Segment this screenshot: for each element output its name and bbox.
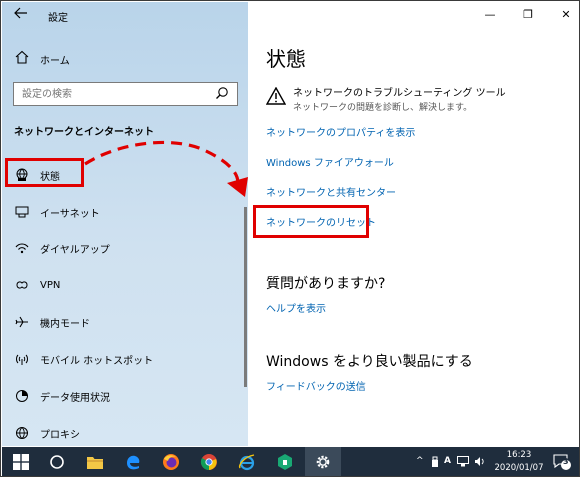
file-explorer-icon[interactable] xyxy=(85,452,105,472)
clock-time: 16:23 xyxy=(506,450,532,460)
title-bar: 設定 xyxy=(2,2,248,30)
minimize-button[interactable]: — xyxy=(483,8,497,22)
annotation-box-status xyxy=(5,158,84,187)
content-pane: — ❐ ✕ 状態 ネットワークのトラブルシューティング ツール ネットワークの問… xyxy=(248,2,579,446)
security-app-icon[interactable] xyxy=(275,452,295,472)
nav-item-label: イーサネット xyxy=(40,208,100,220)
data-usage-icon xyxy=(14,389,30,403)
ethernet-icon xyxy=(14,205,30,219)
search-input[interactable] xyxy=(14,83,204,105)
nav-item-label: ダイヤルアップ xyxy=(40,244,110,256)
link-windows-firewall[interactable]: Windows ファイアウォール xyxy=(266,154,394,169)
search-icon[interactable] xyxy=(215,86,231,102)
globe-icon xyxy=(14,426,30,440)
nav-item-hotspot[interactable]: モバイル ホットスポット xyxy=(14,350,153,368)
home-icon xyxy=(14,50,30,68)
settings-window: 設定 ホーム ネットワークとインターネット 状態 イーサネッ xyxy=(0,0,580,477)
link-network-properties[interactable]: ネットワークのプロパティを表示 xyxy=(266,124,415,139)
troubleshoot-title[interactable]: ネットワークのトラブルシューティング ツール xyxy=(293,84,506,99)
troubleshoot-subtitle: ネットワークの問題を診断し、解決します。 xyxy=(293,103,473,113)
question-title: 質問がありますか? xyxy=(266,276,386,292)
app-title: 設定 xyxy=(48,13,68,24)
navigation-pane: 設定 ホーム ネットワークとインターネット 状態 イーサネッ xyxy=(2,2,248,446)
internet-explorer-icon[interactable] xyxy=(237,452,257,472)
nav-item-ethernet[interactable]: イーサネット xyxy=(14,203,100,221)
network-tray-icon[interactable] xyxy=(457,456,469,470)
back-arrow-icon[interactable] xyxy=(12,6,30,24)
notification-icon[interactable]: 3 xyxy=(552,452,572,472)
link-network-sharing-center[interactable]: ネットワークと共有センター xyxy=(266,184,396,199)
airplane-icon xyxy=(14,315,30,329)
gear-icon[interactable] xyxy=(313,452,333,472)
search-circle-icon[interactable] xyxy=(47,452,67,472)
page-title: 状態 xyxy=(266,47,306,71)
annotation-box-network-reset xyxy=(253,205,369,238)
close-button[interactable]: ✕ xyxy=(559,8,573,22)
notification-count: 3 xyxy=(563,457,569,466)
nav-item-proxy[interactable]: プロキシ xyxy=(14,424,80,442)
link-feedback[interactable]: フィードバックの送信 xyxy=(266,378,366,393)
nav-home[interactable]: ホーム xyxy=(14,50,70,68)
ime-indicator[interactable]: A xyxy=(444,456,451,466)
nav-home-label: ホーム xyxy=(40,55,70,67)
usb-icon[interactable] xyxy=(430,456,440,471)
clock[interactable]: 16:23 2020/01/07 xyxy=(489,449,549,475)
chrome-icon[interactable] xyxy=(199,452,219,472)
nav-item-label: VPN xyxy=(40,279,61,291)
nav-item-vpn[interactable]: VPN xyxy=(14,276,60,294)
speaker-icon[interactable] xyxy=(474,456,486,470)
taskbar: ^ A 16:23 2020/01/07 3 xyxy=(2,447,579,476)
nav-item-label: プロキシ xyxy=(40,429,80,441)
maximize-button[interactable]: ❐ xyxy=(521,8,535,22)
section-title: ネットワークとインターネット xyxy=(14,127,154,138)
edge-legacy-icon[interactable] xyxy=(123,452,143,472)
clock-date: 2020/01/07 xyxy=(494,463,544,473)
nav-item-label: 機内モード xyxy=(40,318,90,330)
windows-start-icon[interactable] xyxy=(11,452,31,472)
nav-item-label: モバイル ホットスポット xyxy=(40,355,154,367)
better-product-title: Windows をより良い製品にする xyxy=(266,354,473,370)
warning-icon xyxy=(265,86,287,107)
firefox-icon[interactable] xyxy=(161,452,181,472)
chevron-up-icon[interactable]: ^ xyxy=(416,456,424,466)
nav-item-label: データ使用状況 xyxy=(40,392,110,404)
vpn-icon xyxy=(14,278,30,292)
hotspot-icon xyxy=(14,352,30,366)
nav-item-data-usage[interactable]: データ使用状況 xyxy=(14,387,110,405)
link-help[interactable]: ヘルプを表示 xyxy=(266,300,326,315)
dialup-icon xyxy=(14,241,30,255)
nav-item-dialup[interactable]: ダイヤルアップ xyxy=(14,239,110,257)
search-box[interactable] xyxy=(13,82,238,106)
nav-scrollbar[interactable] xyxy=(244,207,247,387)
nav-item-airplane[interactable]: 機内モード xyxy=(14,313,90,331)
